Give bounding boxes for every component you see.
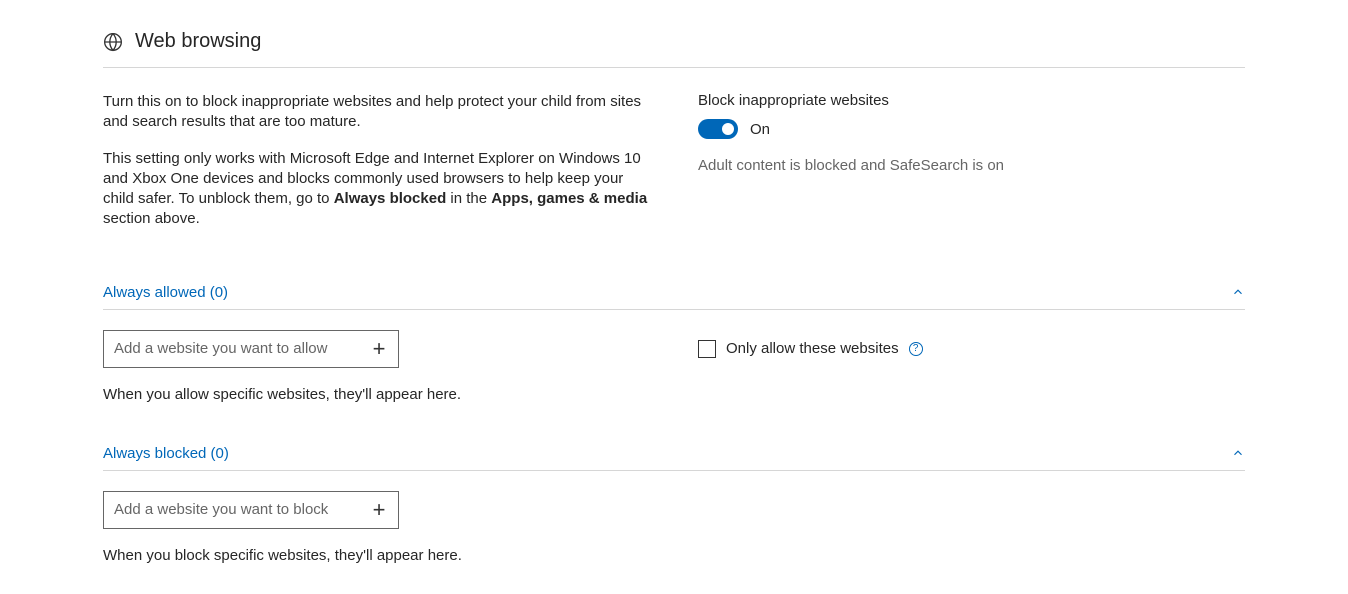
only-allow-label: Only allow these websites — [726, 340, 899, 357]
section-title: Web browsing — [135, 30, 261, 53]
globe-icon — [103, 32, 123, 52]
add-blocked-button[interactable]: + — [360, 497, 398, 523]
description-column: Turn this on to block inappropriate webs… — [103, 92, 658, 246]
toggle-label: Block inappropriate websites — [698, 92, 1245, 109]
description-2-bold2: Apps, games & media — [491, 190, 647, 207]
info-icon[interactable]: ? — [909, 342, 923, 356]
allowed-input-wrapper: + — [103, 330, 658, 368]
main-content-row: Turn this on to block inappropriate webs… — [103, 92, 1245, 246]
description-2-mid: in the — [446, 190, 491, 207]
toggle-row: On — [698, 119, 1245, 139]
always-blocked-title: Always blocked (0) — [103, 445, 229, 462]
description-2: This setting only works with Microsoft E… — [103, 149, 658, 230]
blocked-input-row: + — [103, 491, 1245, 529]
chevron-up-icon — [1231, 446, 1245, 460]
toggle-knob — [722, 123, 734, 135]
toggle-status-text: Adult content is blocked and SafeSearch … — [698, 157, 1245, 174]
allow-website-input[interactable] — [104, 332, 360, 365]
blocked-helper-text: When you block specific websites, they'l… — [103, 547, 1245, 564]
add-allowed-button[interactable]: + — [360, 336, 398, 362]
allowed-helper-text: When you allow specific websites, they'l… — [103, 386, 1245, 403]
always-allowed-header[interactable]: Always allowed (0) — [103, 274, 1245, 310]
toggle-state: On — [750, 121, 770, 138]
always-blocked-header[interactable]: Always blocked (0) — [103, 435, 1245, 471]
block-website-input[interactable] — [104, 493, 360, 526]
description-1: Turn this on to block inappropriate webs… — [103, 92, 658, 133]
only-allow-checkbox[interactable] — [698, 340, 716, 358]
description-2-bold1: Always blocked — [334, 190, 447, 207]
block-input-group: + — [103, 491, 399, 529]
description-2-post: section above. — [103, 210, 200, 227]
toggle-column: Block inappropriate websites On Adult co… — [698, 92, 1245, 246]
always-allowed-title: Always allowed (0) — [103, 284, 228, 301]
allow-input-group: + — [103, 330, 399, 368]
blocked-input-wrapper: + — [103, 491, 658, 529]
allowed-input-row: + Only allow these websites ? — [103, 330, 1245, 368]
section-header: Web browsing — [103, 30, 1245, 68]
block-websites-toggle[interactable] — [698, 119, 738, 139]
chevron-up-icon — [1231, 285, 1245, 299]
only-allow-wrapper: Only allow these websites ? — [698, 340, 1245, 358]
